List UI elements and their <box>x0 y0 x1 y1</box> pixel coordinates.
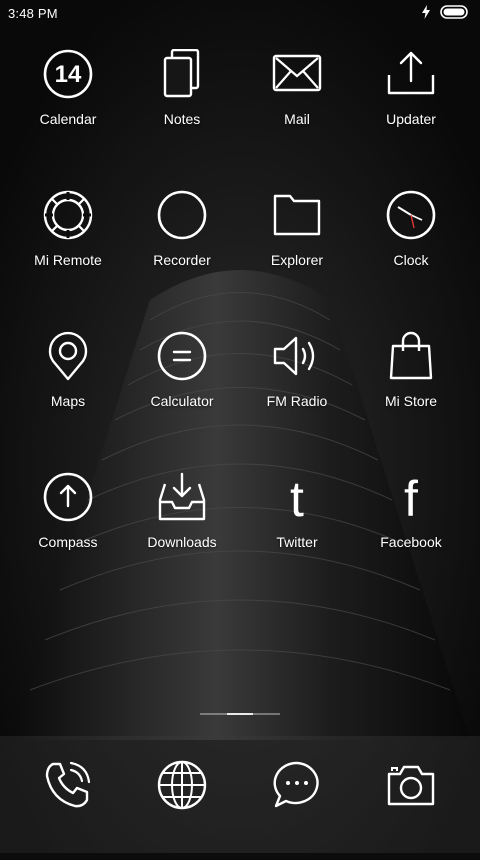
app-label: Recorder <box>153 252 211 268</box>
app-updater[interactable]: Updater <box>354 49 468 149</box>
app-label: Facebook <box>380 534 442 550</box>
dock-phone[interactable] <box>11 760 125 860</box>
page-indicator[interactable] <box>200 713 281 716</box>
app-maps[interactable]: Maps <box>11 331 125 431</box>
download-tray-icon <box>158 472 206 521</box>
app-mi-remote[interactable]: Mi Remote <box>11 190 125 290</box>
page-dot-active[interactable] <box>226 713 254 715</box>
facebook-icon: f <box>404 472 418 522</box>
updater-icon <box>387 51 435 95</box>
app-mail[interactable]: Mail <box>240 49 354 149</box>
browser-globe-icon <box>157 760 207 810</box>
calendar-icon: 14 <box>43 49 93 99</box>
app-label: Mi Remote <box>34 252 102 268</box>
status-icons <box>422 5 470 19</box>
facebook-glyph: f <box>404 472 418 522</box>
mail-icon <box>272 54 322 92</box>
app-label: Downloads <box>147 534 217 550</box>
calendar-date: 14 <box>55 61 82 88</box>
status-time: 3:48 PM <box>8 6 58 21</box>
app-twitter[interactable]: t Twitter <box>240 472 354 572</box>
app-label: Mi Store <box>384 393 438 409</box>
app-label: Calendar <box>39 111 97 127</box>
app-downloads[interactable]: Downloads <box>125 472 239 572</box>
app-label: Maps <box>50 393 86 409</box>
twitter-icon: t <box>290 472 304 522</box>
app-recorder[interactable]: Recorder <box>125 190 239 290</box>
folder-icon <box>273 194 321 236</box>
app-compass[interactable]: Compass <box>11 472 125 572</box>
app-fm-radio[interactable]: FM Radio <box>240 331 354 431</box>
app-explorer[interactable]: Explorer <box>240 190 354 290</box>
camera-icon <box>387 765 435 806</box>
app-facebook[interactable]: f Facebook <box>354 472 468 572</box>
dock-camera[interactable] <box>354 760 468 860</box>
calculator-icon <box>157 331 207 381</box>
app-clock[interactable]: Clock <box>354 190 468 290</box>
app-label: Mail <box>284 111 310 127</box>
app-label: Calculator <box>150 393 214 409</box>
app-calendar[interactable]: 14 Calendar <box>11 49 125 149</box>
battery-icon <box>440 5 468 19</box>
status-bar: 3:48 PM <box>0 0 480 28</box>
shopping-bag-icon <box>389 331 433 380</box>
mi-remote-icon <box>43 190 93 240</box>
recorder-icon <box>157 190 207 240</box>
twitter-glyph: t <box>290 472 304 522</box>
dock-browser[interactable] <box>125 760 239 860</box>
charging-icon <box>422 5 430 19</box>
clock-icon <box>386 190 436 240</box>
app-label: Twitter <box>276 534 318 550</box>
app-label: Explorer <box>270 252 324 268</box>
app-label: Updater <box>386 111 436 127</box>
compass-icon <box>43 472 93 522</box>
dock-messaging[interactable] <box>240 760 354 860</box>
app-label: Clock <box>393 252 429 268</box>
app-calculator[interactable]: Calculator <box>125 331 239 431</box>
page-dot[interactable] <box>200 713 227 715</box>
phone-icon <box>45 761 91 808</box>
page-dot[interactable] <box>253 713 281 715</box>
app-label: FM Radio <box>266 393 328 409</box>
map-pin-icon <box>48 331 88 381</box>
app-label: Compass <box>38 534 98 550</box>
notes-icon <box>163 49 200 98</box>
messaging-icon <box>273 761 319 808</box>
app-mi-store[interactable]: Mi Store <box>354 331 468 431</box>
app-notes[interactable]: Notes <box>125 49 239 149</box>
dock <box>0 736 480 853</box>
app-label: Notes <box>163 111 201 127</box>
speaker-icon <box>273 336 315 376</box>
